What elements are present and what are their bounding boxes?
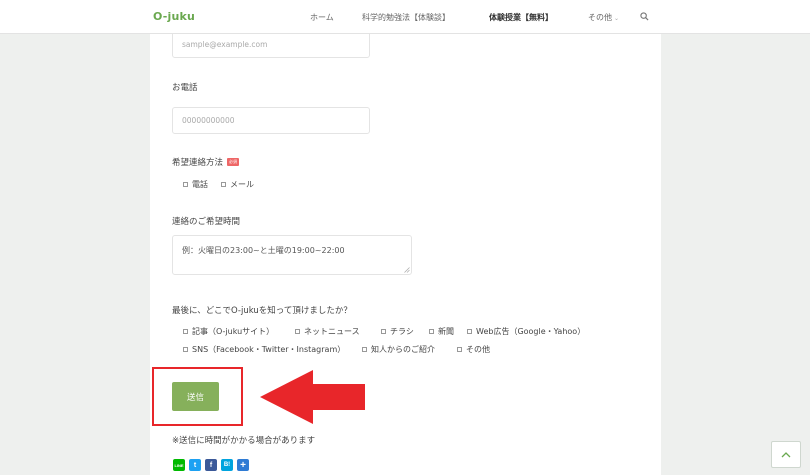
checkbox-icon[interactable] — [183, 182, 188, 187]
submit-note: ※送信に時間がかかる場合があります — [172, 436, 316, 446]
checkbox-label: Web広告（Google・Yahoo） — [476, 327, 586, 336]
chevron-up-icon — [781, 452, 791, 458]
nav-home[interactable]: ホーム — [310, 12, 334, 23]
checkbox-label: ネットニュース — [304, 327, 360, 336]
checkbox-label: 新聞 — [438, 327, 454, 336]
contact-method-label-text: 希望連絡方法 — [172, 158, 224, 168]
referral-label: 最後に、どこでO-jukuを知って頂けましたか？ — [172, 306, 352, 316]
required-badge: 必須 — [227, 158, 240, 166]
submit-button[interactable]: 送信 — [172, 382, 219, 411]
checkbox-label: チラシ — [390, 327, 414, 336]
contact-method-label: 希望連絡方法 必須 — [172, 156, 240, 168]
checkbox-referral-article[interactable]: 記事（O-jukuサイト） — [183, 326, 274, 337]
checkbox-label: 電話 — [192, 180, 208, 189]
twitter-icon-text: t — [193, 461, 197, 469]
line-icon[interactable]: LINE — [173, 459, 185, 471]
phone-field[interactable]: 00000000000 — [172, 107, 370, 134]
line-icon-text: LINE — [174, 462, 184, 468]
email-placeholder: sample@example.com — [182, 39, 268, 49]
back-to-top-button[interactable] — [771, 441, 801, 468]
checkbox-icon[interactable] — [221, 182, 226, 187]
nav-other[interactable]: その他 ⌄ — [588, 12, 619, 23]
site-logo[interactable]: O-juku — [153, 10, 195, 23]
resize-grip-icon[interactable] — [404, 267, 410, 273]
search-icon[interactable] — [640, 12, 649, 21]
checkbox-referral-other[interactable]: その他 — [457, 344, 490, 355]
checkbox-icon[interactable] — [429, 329, 434, 334]
site-header: O-juku ホーム 科学的勉強法【体験談】 体験授業【無料】 その他 ⌄ — [0, 0, 810, 34]
checkbox-referral-netnews[interactable]: ネットニュース — [295, 326, 360, 337]
checkbox-email[interactable]: メール — [221, 179, 254, 190]
red-arrow-icon — [260, 370, 365, 424]
twitter-icon[interactable]: t — [189, 459, 201, 471]
checkbox-label: メール — [230, 180, 254, 189]
checkbox-label: その他 — [466, 345, 490, 354]
checkbox-label: SNS（Facebook・Twitter・Instagram） — [192, 345, 346, 354]
checkbox-label: 知人からのご紹介 — [371, 345, 435, 354]
checkbox-icon[interactable] — [295, 329, 300, 334]
checkbox-referral-flyer[interactable]: チラシ — [381, 326, 414, 337]
facebook-icon-text: f — [209, 461, 213, 469]
phone-placeholder: 00000000000 — [182, 116, 235, 125]
checkbox-referral-webad[interactable]: Web広告（Google・Yahoo） — [467, 326, 585, 337]
checkbox-label: 記事（O-jukuサイト） — [192, 327, 275, 336]
nav-trial-lesson[interactable]: 体験授業【無料】 — [489, 12, 553, 23]
pocket-add-icon[interactable]: + — [237, 459, 249, 471]
hatena-icon[interactable]: B! — [221, 459, 233, 471]
checkbox-icon[interactable] — [457, 347, 462, 352]
email-field[interactable]: sample@example.com — [172, 30, 370, 58]
checkbox-referral-newspaper[interactable]: 新聞 — [429, 326, 454, 337]
time-textarea[interactable]: 例：火曜日の23:00~と土曜の19:00~22:00 — [172, 235, 412, 275]
facebook-icon[interactable]: f — [205, 459, 217, 471]
checkbox-icon[interactable] — [183, 329, 188, 334]
checkbox-referral-acquaintance[interactable]: 知人からのご紹介 — [362, 344, 435, 355]
phone-label: お電話 — [172, 83, 198, 93]
nav-study-method[interactable]: 科学的勉強法【体験談】 — [362, 12, 450, 23]
chevron-down-icon: ⌄ — [614, 15, 620, 22]
checkbox-referral-sns[interactable]: SNS（Facebook・Twitter・Instagram） — [183, 344, 345, 355]
pocket-add-icon-text: + — [240, 459, 246, 471]
checkbox-icon[interactable] — [362, 347, 367, 352]
nav-other-label: その他 — [588, 13, 612, 22]
time-placeholder: 例：火曜日の23:00~と土曜の19:00~22:00 — [182, 246, 345, 255]
hatena-icon-text: B! — [223, 462, 231, 468]
checkbox-icon[interactable] — [467, 329, 472, 334]
checkbox-icon[interactable] — [381, 329, 386, 334]
checkbox-phone[interactable]: 電話 — [183, 179, 208, 190]
checkbox-icon[interactable] — [183, 347, 188, 352]
time-label: 連絡のご希望時間 — [172, 217, 241, 227]
